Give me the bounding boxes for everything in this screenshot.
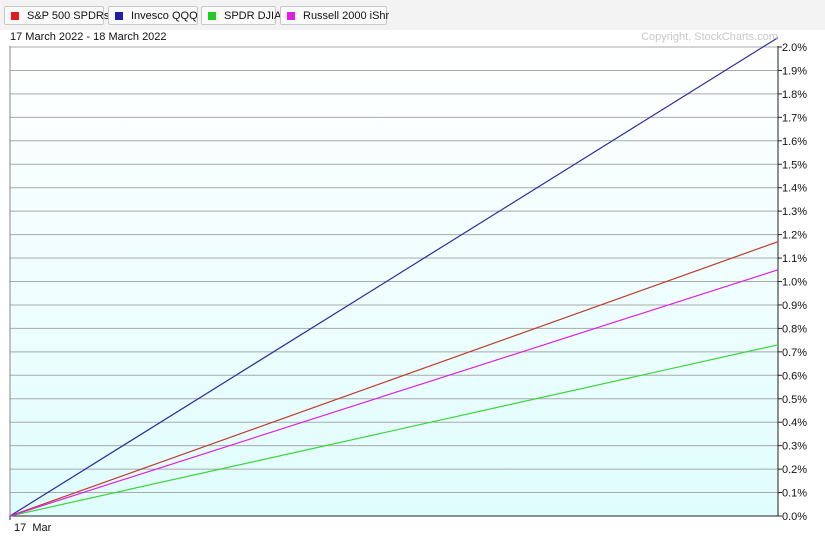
y-tick-label: 1.5% bbox=[782, 159, 807, 171]
date-range-label: 17 March 2022 - 18 March 2022 bbox=[10, 31, 167, 43]
legend-swatch-green bbox=[208, 12, 216, 20]
y-tick-label: 1.6% bbox=[782, 136, 807, 148]
legend-label: S&P 500 SPDRs bbox=[27, 10, 110, 22]
legend-label: SPDR DJIA bbox=[224, 10, 282, 22]
legend-item-djia[interactable]: SPDR DJIA bbox=[201, 6, 281, 25]
y-tick-label: 1.4% bbox=[782, 183, 807, 195]
y-tick-label: 0.6% bbox=[782, 370, 807, 382]
y-tick-label: 0.2% bbox=[782, 464, 807, 476]
legend-label: Invesco QQQ bbox=[131, 10, 198, 22]
y-tick-label: 0.9% bbox=[782, 300, 807, 312]
legend-swatch-magenta bbox=[287, 12, 295, 20]
y-tick-label: 0.7% bbox=[782, 347, 807, 359]
legend-item-russell[interactable]: Russell 2000 iShr bbox=[280, 6, 390, 25]
chart: 0.0% 0.1% 0.2% 0.3% 0.4% 0.5% 0.6% 0.7% 0.8% 0.9%… bbox=[9, 31, 807, 534]
legend-item-sp500[interactable]: S&P 500 SPDRs bbox=[4, 6, 109, 25]
y-tick-label: 2.0% bbox=[782, 42, 807, 54]
legend-swatch-red bbox=[11, 12, 19, 20]
y-tick-label: 0.0% bbox=[782, 511, 807, 523]
y-tick-label: 0.8% bbox=[782, 323, 807, 335]
legend-bar: S&P 500 SPDRs Invesco QQQ SPDR DJIA Russ… bbox=[0, 0, 825, 30]
y-tick-label: 0.3% bbox=[782, 441, 807, 453]
y-tick-label: 1.1% bbox=[782, 253, 807, 265]
y-tick-label: 0.5% bbox=[782, 394, 807, 406]
legend-label: Russell 2000 iShr bbox=[303, 10, 390, 22]
y-tick-label: 1.3% bbox=[782, 206, 807, 218]
y-tick-label: 1.2% bbox=[782, 230, 807, 242]
legend-item-qqq[interactable]: Invesco QQQ bbox=[108, 6, 198, 25]
legend-swatch-blue bbox=[115, 12, 123, 20]
y-tick-label: 0.1% bbox=[782, 488, 807, 500]
y-tick-label: 0.4% bbox=[782, 417, 807, 429]
y-tick-label: 1.0% bbox=[782, 277, 807, 289]
grid-lines bbox=[10, 46, 778, 517]
y-tick-label: 1.7% bbox=[782, 112, 807, 124]
y-tick-label: 1.9% bbox=[782, 65, 807, 77]
y-tick-label: 1.8% bbox=[782, 89, 807, 101]
copyright-label: Copyright, StockCharts.com bbox=[641, 31, 778, 43]
x-tick-label: 17 Mar bbox=[14, 522, 52, 534]
x-axis-ticks: 17 Mar bbox=[9, 516, 52, 534]
y-axis-ticks: 0.0% 0.1% 0.2% 0.3% 0.4% 0.5% 0.6% 0.7% 0.8% 0.9%… bbox=[778, 42, 807, 523]
